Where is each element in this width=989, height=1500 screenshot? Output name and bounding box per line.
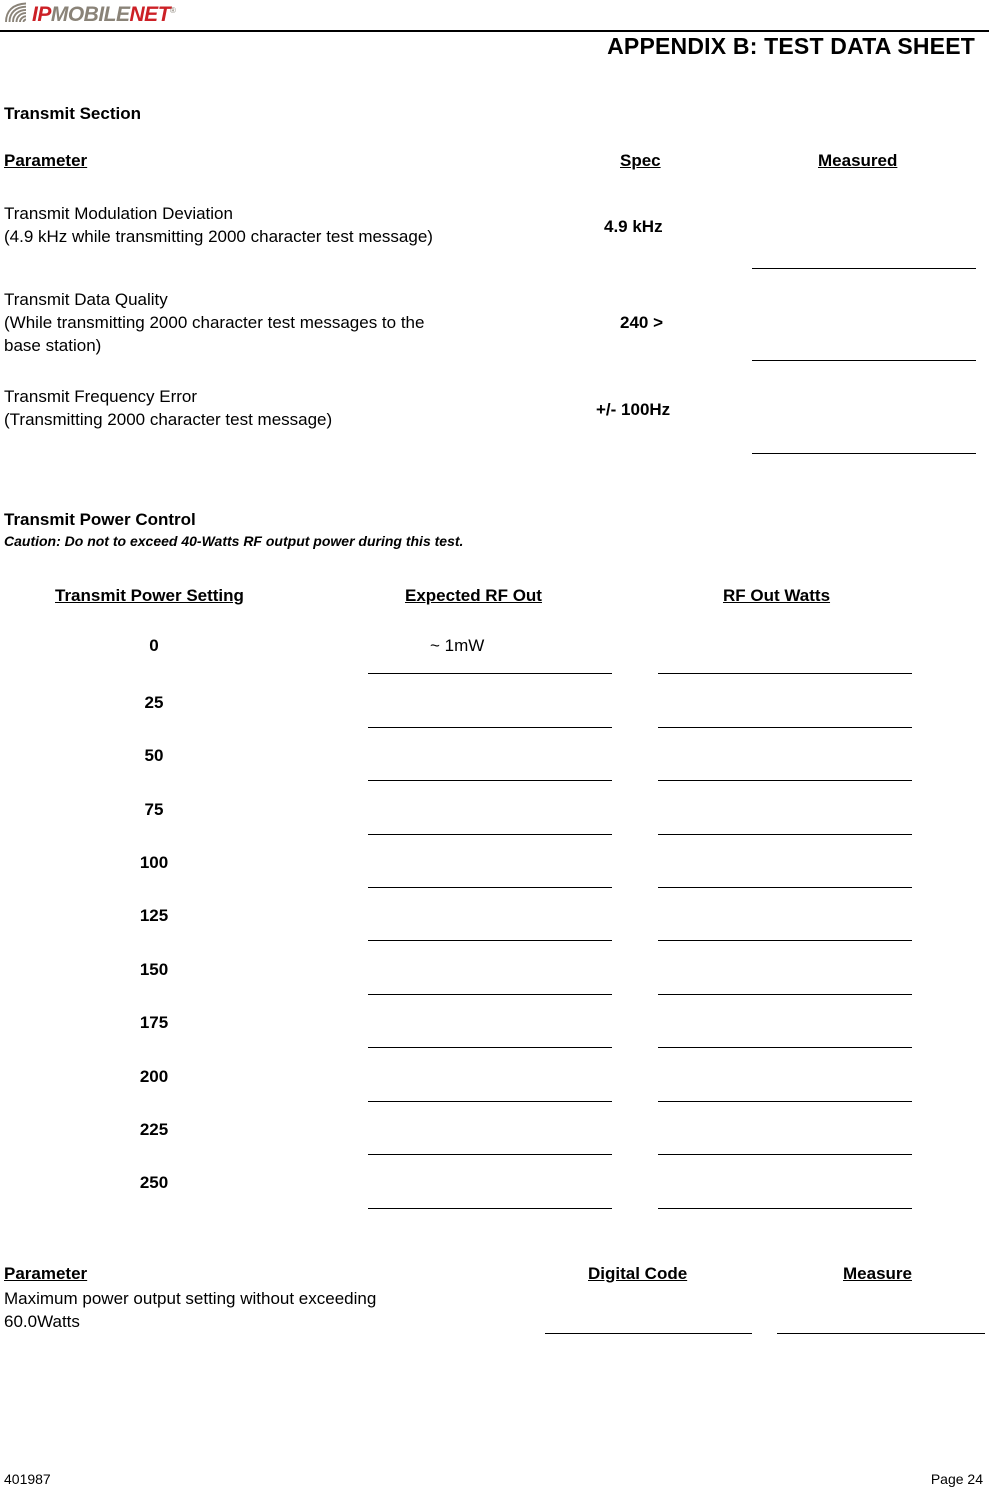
rf-out-watts-blank-line[interactable] bbox=[658, 1208, 912, 1209]
power-setting-value: 250 bbox=[139, 1173, 169, 1192]
column-header-parameter-2: Parameter bbox=[4, 1264, 88, 1283]
power-setting-value: 75 bbox=[144, 800, 164, 819]
power-setting-value: 225 bbox=[139, 1120, 169, 1139]
logo-text-mobile: MOBILE bbox=[50, 3, 130, 26]
rf-out-watts-blank-line[interactable] bbox=[658, 1047, 912, 1048]
rf-out-watts-blank-line[interactable] bbox=[658, 940, 912, 941]
power-setting-value: 200 bbox=[139, 1067, 169, 1086]
footer-page-number: Page 24 bbox=[930, 1471, 983, 1487]
column-header-transmit-power-setting: Transmit Power Setting bbox=[55, 586, 244, 605]
table-row: (4.9 kHz while transmitting 2000 charact… bbox=[4, 227, 433, 246]
measure-blank-line[interactable] bbox=[777, 1333, 985, 1334]
column-header-spec: Spec bbox=[620, 151, 661, 170]
page-title: APPENDIX B: TEST DATA SHEET bbox=[607, 33, 975, 59]
max-power-description-line-2: 60.0Watts bbox=[4, 1312, 80, 1331]
measured-blank-line[interactable] bbox=[752, 268, 976, 269]
expected-rf-out-blank-line[interactable] bbox=[368, 1047, 612, 1048]
expected-rf-out-blank-line[interactable] bbox=[368, 834, 612, 835]
power-setting-value: 125 bbox=[139, 906, 169, 925]
test-data-sheet-page: IPMOBILENET® APPENDIX B: TEST DATA SHEET… bbox=[0, 0, 989, 1500]
measured-blank-line[interactable] bbox=[752, 453, 976, 454]
power-setting-value: 175 bbox=[139, 1013, 169, 1032]
expected-rf-out-blank-line[interactable] bbox=[368, 1101, 612, 1102]
column-header-measure: Measure bbox=[843, 1264, 912, 1283]
table-row: Transmit Data Quality bbox=[4, 290, 168, 309]
ipmobilenet-logo: IPMOBILENET® bbox=[4, 0, 176, 26]
transmit-section-heading: Transmit Section bbox=[4, 104, 141, 123]
spec-value: +/- 100Hz bbox=[596, 400, 671, 419]
rf-out-watts-blank-line[interactable] bbox=[658, 727, 912, 728]
rf-out-watts-blank-line[interactable] bbox=[658, 1154, 912, 1155]
spec-value: 240 > bbox=[620, 313, 664, 332]
swoosh-icon bbox=[5, 2, 27, 23]
rf-out-watts-blank-line[interactable] bbox=[658, 834, 912, 835]
power-control-heading: Transmit Power Control bbox=[4, 510, 196, 529]
expected-rf-out-blank-line[interactable] bbox=[368, 1154, 612, 1155]
power-setting-value: 25 bbox=[144, 693, 164, 712]
rf-out-watts-blank-line[interactable] bbox=[658, 1101, 912, 1102]
measured-blank-line[interactable] bbox=[752, 360, 976, 361]
expected-rf-out-blank-line[interactable] bbox=[368, 673, 612, 674]
footer-document-number: 401987 bbox=[4, 1471, 51, 1487]
table-row: Transmit Modulation Deviation bbox=[4, 204, 233, 223]
rf-out-watts-blank-line[interactable] bbox=[658, 780, 912, 781]
expected-rf-out-blank-line[interactable] bbox=[368, 994, 612, 995]
expected-rf-out-blank-line[interactable] bbox=[368, 940, 612, 941]
expected-rf-out-value: ~ 1mW bbox=[430, 636, 485, 655]
digital-code-blank-line[interactable] bbox=[545, 1333, 752, 1334]
expected-rf-out-blank-line[interactable] bbox=[368, 1208, 612, 1209]
column-header-digital-code: Digital Code bbox=[588, 1264, 688, 1283]
logo-text-ip: IP bbox=[32, 3, 51, 26]
logo-text-net: NET bbox=[129, 3, 171, 26]
max-power-description-line-1: Maximum power output setting without exc… bbox=[4, 1289, 377, 1308]
power-setting-value: 100 bbox=[139, 853, 169, 872]
logo-wordmark: IPMOBILENET® bbox=[32, 0, 176, 26]
column-header-measured: Measured bbox=[818, 151, 898, 170]
spec-value: 4.9 kHz bbox=[604, 217, 663, 236]
column-header-expected-rf-out: Expected RF Out bbox=[405, 586, 542, 605]
rf-out-watts-blank-line[interactable] bbox=[658, 673, 912, 674]
power-setting-value: 150 bbox=[139, 960, 169, 979]
column-header-parameter: Parameter bbox=[4, 151, 88, 170]
expected-rf-out-blank-line[interactable] bbox=[368, 727, 612, 728]
column-header-rf-out-watts: RF Out Watts bbox=[723, 586, 831, 605]
rf-out-watts-blank-line[interactable] bbox=[658, 994, 912, 995]
power-control-caution: Caution: Do not to exceed 40-Watts RF ou… bbox=[4, 533, 464, 549]
logo-trademark: ® bbox=[170, 6, 176, 15]
page-header: IPMOBILENET® APPENDIX B: TEST DATA SHEET bbox=[0, 0, 989, 62]
expected-rf-out-blank-line[interactable] bbox=[368, 780, 612, 781]
table-row: (Transmitting 2000 character test messag… bbox=[4, 410, 333, 429]
expected-rf-out-blank-line[interactable] bbox=[368, 887, 612, 888]
table-row: Transmit Frequency Error bbox=[4, 387, 198, 406]
power-setting-value: 0 bbox=[149, 636, 159, 655]
table-row: (While transmitting 2000 character test … bbox=[4, 313, 425, 332]
rf-out-watts-blank-line[interactable] bbox=[658, 887, 912, 888]
power-setting-value: 50 bbox=[144, 746, 164, 765]
header-divider bbox=[0, 30, 989, 32]
table-row: base station) bbox=[4, 336, 102, 355]
